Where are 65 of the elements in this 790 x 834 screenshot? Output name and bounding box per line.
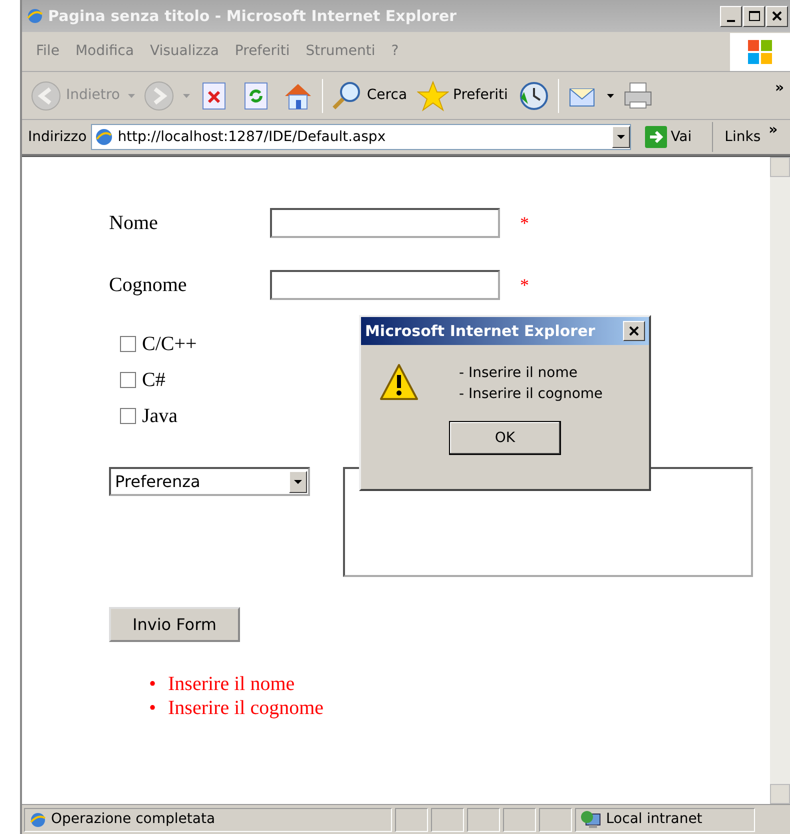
dialog-message-line: - Inserire il nome: [459, 364, 578, 383]
window-title: Pagina senza titolo - Microsoft Internet Explorer: [48, 6, 457, 27]
caret-icon: [616, 135, 625, 139]
minimize-icon: [727, 20, 735, 22]
address-dropdown-button[interactable]: [612, 126, 630, 148]
go-button[interactable]: Vai: [642, 126, 694, 148]
dropdown-caret-icon: [128, 94, 135, 98]
select-dropdown-button[interactable]: [289, 470, 307, 492]
status-panel: [395, 808, 428, 832]
history-clock-icon: [518, 80, 550, 112]
field-label: Nome: [109, 211, 159, 236]
page-icon: [29, 810, 47, 828]
close-button[interactable]: [766, 6, 788, 26]
page-icon: [94, 127, 114, 147]
dropdown-caret-icon: [182, 94, 190, 98]
text-input-field[interactable]: [270, 270, 500, 300]
caret-icon: [294, 480, 302, 484]
globe-computer-icon: [580, 810, 602, 830]
printer-icon: [622, 80, 654, 112]
browser-icon: [26, 7, 44, 25]
search-icon: [330, 80, 363, 112]
maximize-button[interactable]: [743, 6, 765, 26]
favorites-button[interactable]: Preferiti: [415, 80, 510, 112]
close-icon: [629, 326, 639, 336]
links-label[interactable]: Links: [724, 126, 761, 148]
checkbox[interactable]: [120, 408, 136, 424]
dialog-message-line: - Inserire il cognome: [459, 385, 603, 404]
star-icon: [417, 80, 450, 112]
warning-icon: [379, 363, 419, 401]
zone-text: Local intranet: [606, 810, 702, 829]
status-panel: [539, 808, 572, 832]
checkbox[interactable]: [120, 336, 136, 352]
status-text: Operazione completata: [51, 810, 216, 829]
address-url: http://localhost:1287/IDE/Default.aspx: [118, 128, 386, 146]
dialog-title: Microsoft Internet Explorer: [365, 320, 596, 342]
status-panel: [431, 808, 464, 832]
close-icon: [772, 11, 782, 21]
text-input-field[interactable]: [270, 208, 500, 238]
address-label: Indirizzo: [28, 128, 87, 146]
ok-button[interactable]: OK: [449, 421, 561, 455]
bullet: •: [149, 696, 156, 720]
error-message: Inserire il nome: [168, 672, 295, 696]
checkbox-label: C/C++: [142, 332, 197, 357]
checkbox-label: Java: [142, 404, 178, 429]
required-asterisk: *: [520, 274, 529, 296]
dialog-close-button[interactable]: [623, 321, 645, 341]
links-overflow-chevron[interactable]: »: [768, 120, 778, 141]
vertical-scrollbar[interactable]: [770, 157, 790, 804]
error-message: Inserire il cognome: [168, 696, 324, 720]
maximize-icon: [748, 11, 760, 21]
status-panel: [503, 808, 536, 832]
dropdown-select[interactable]: Preferenza: [109, 467, 310, 496]
bullet: •: [149, 672, 156, 696]
dropdown-caret-icon: [606, 94, 614, 98]
address-field[interactable]: http://localhost:1287/IDE/Default.aspx: [90, 124, 631, 150]
toolbar-overflow-chevron[interactable]: »: [774, 78, 784, 99]
required-asterisk: *: [520, 212, 529, 234]
checkbox-label: C#: [142, 368, 166, 393]
minimize-button[interactable]: [720, 6, 742, 26]
field-label: Cognome: [109, 273, 188, 298]
status-panel: [467, 808, 500, 832]
search-button[interactable]: Cerca: [328, 80, 410, 112]
windows-logo-icon: [746, 38, 774, 66]
checkbox[interactable]: [120, 372, 136, 388]
submit-button[interactable]: Invio Form: [109, 607, 240, 642]
